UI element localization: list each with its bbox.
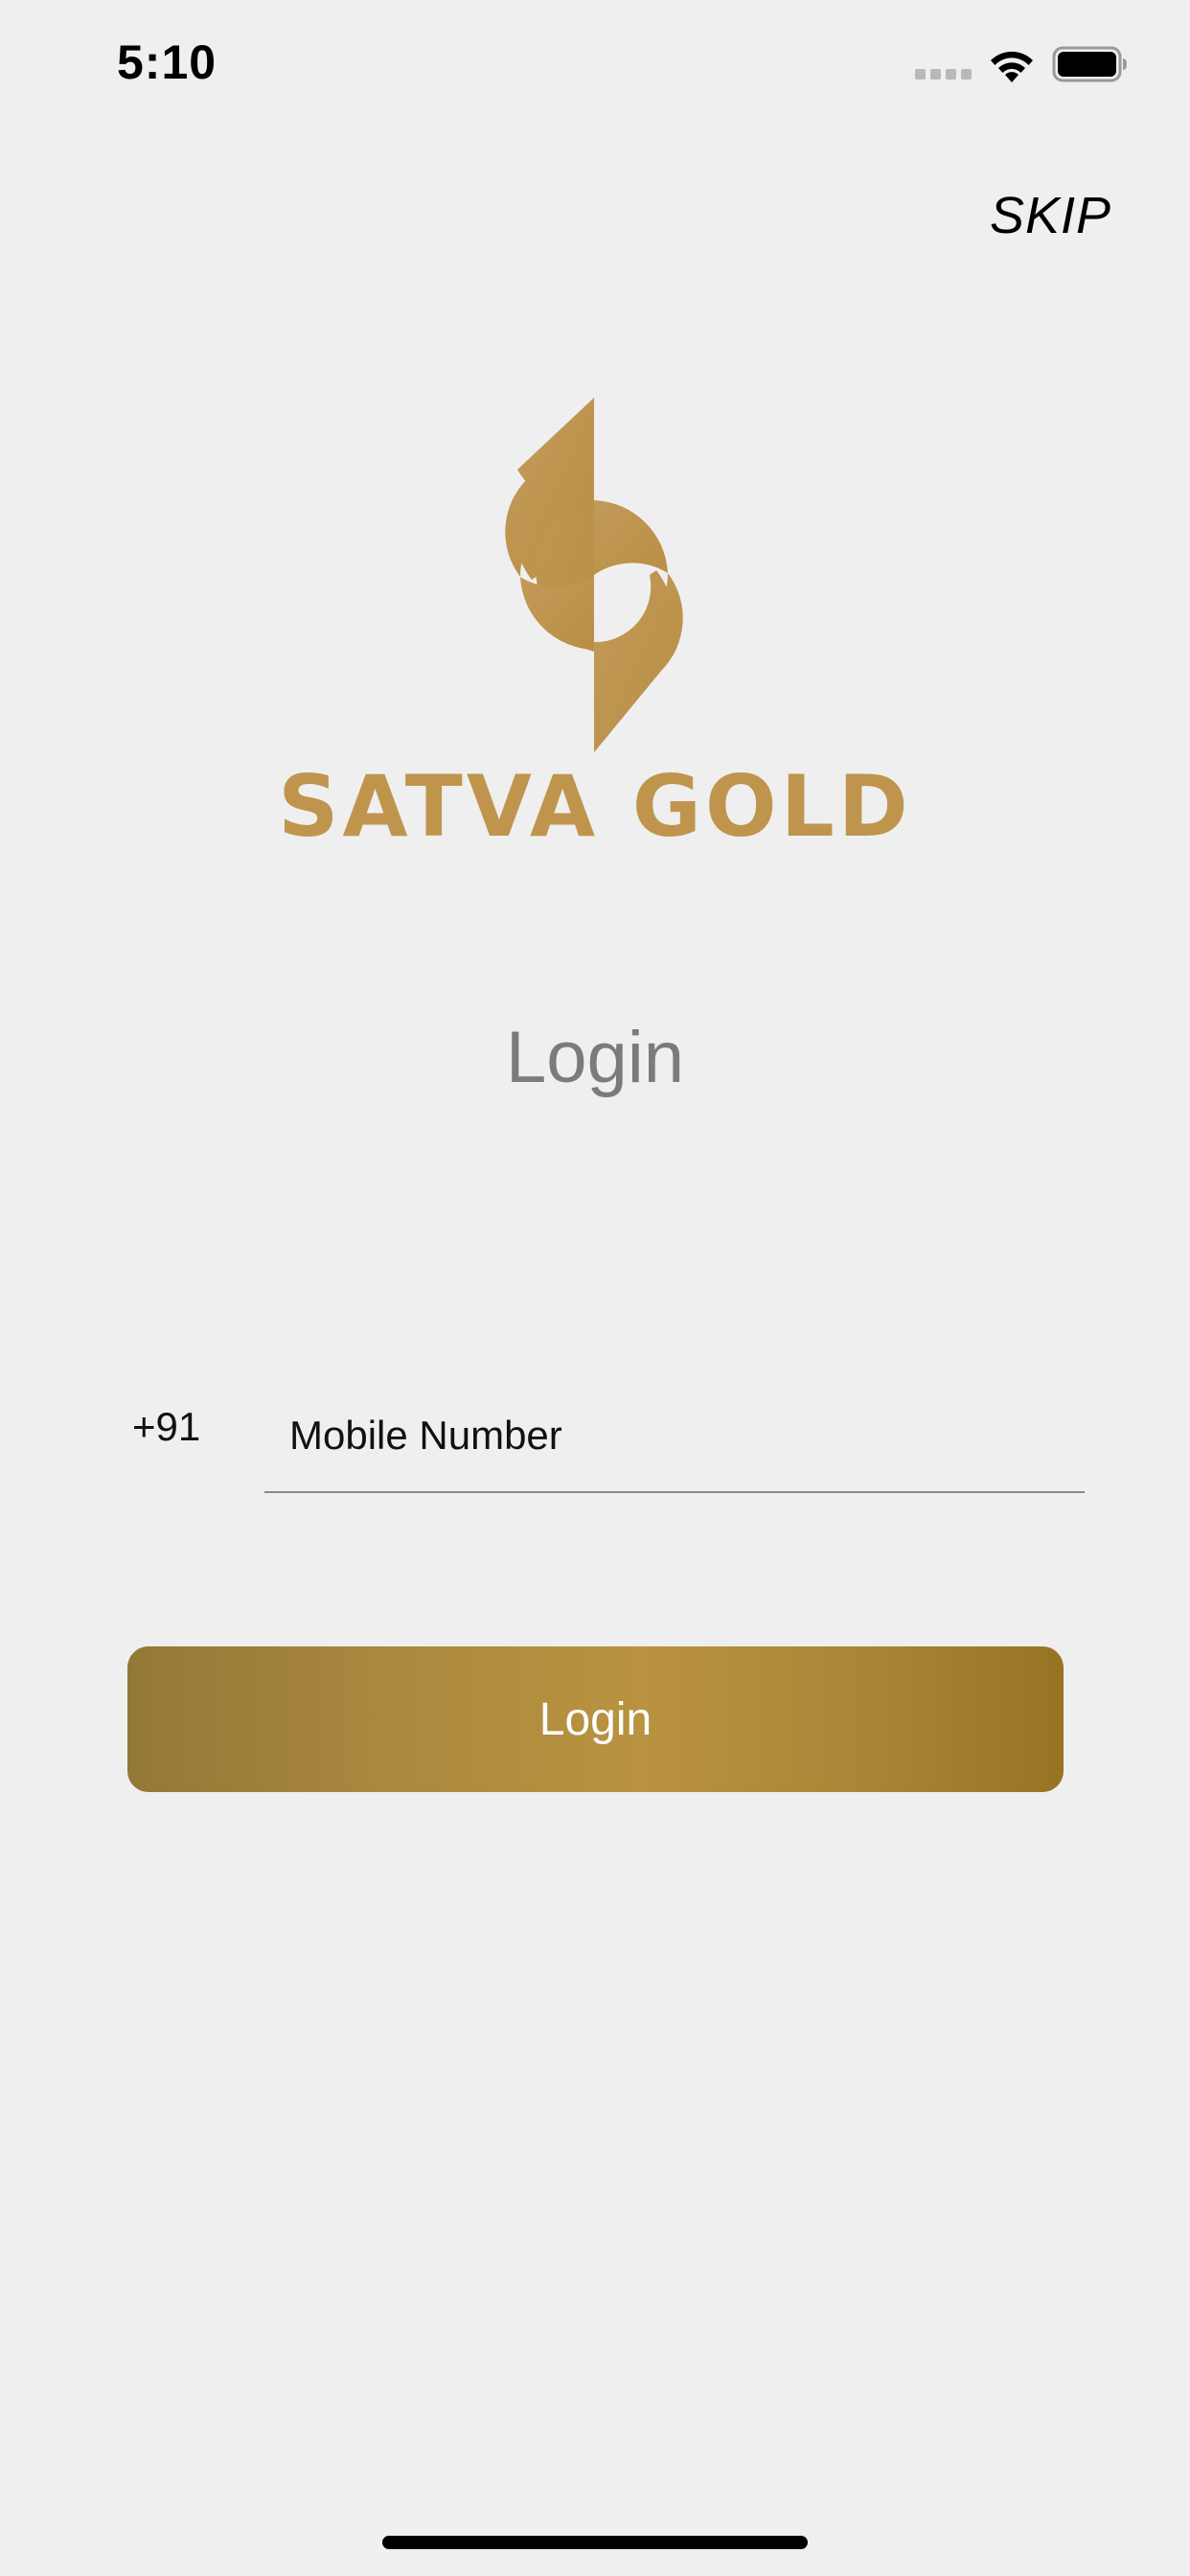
page-title: Login [506, 1017, 684, 1098]
mobile-number-input[interactable] [264, 1380, 1085, 1491]
status-time: 5:10 [117, 35, 217, 89]
wifi-icon [991, 51, 1033, 82]
login-button[interactable]: Login [127, 1646, 1064, 1792]
country-code[interactable]: +91 [132, 1404, 200, 1450]
brand-name: SATVA GOLD [278, 757, 912, 856]
mobile-number-field-wrapper [264, 1380, 1085, 1493]
battery-icon [1052, 46, 1127, 82]
home-indicator[interactable] [382, 2536, 808, 2549]
cellular-signal-icon [915, 69, 973, 80]
skip-button[interactable]: SKIP [990, 186, 1111, 245]
satva-gold-logo-icon [505, 398, 683, 752]
